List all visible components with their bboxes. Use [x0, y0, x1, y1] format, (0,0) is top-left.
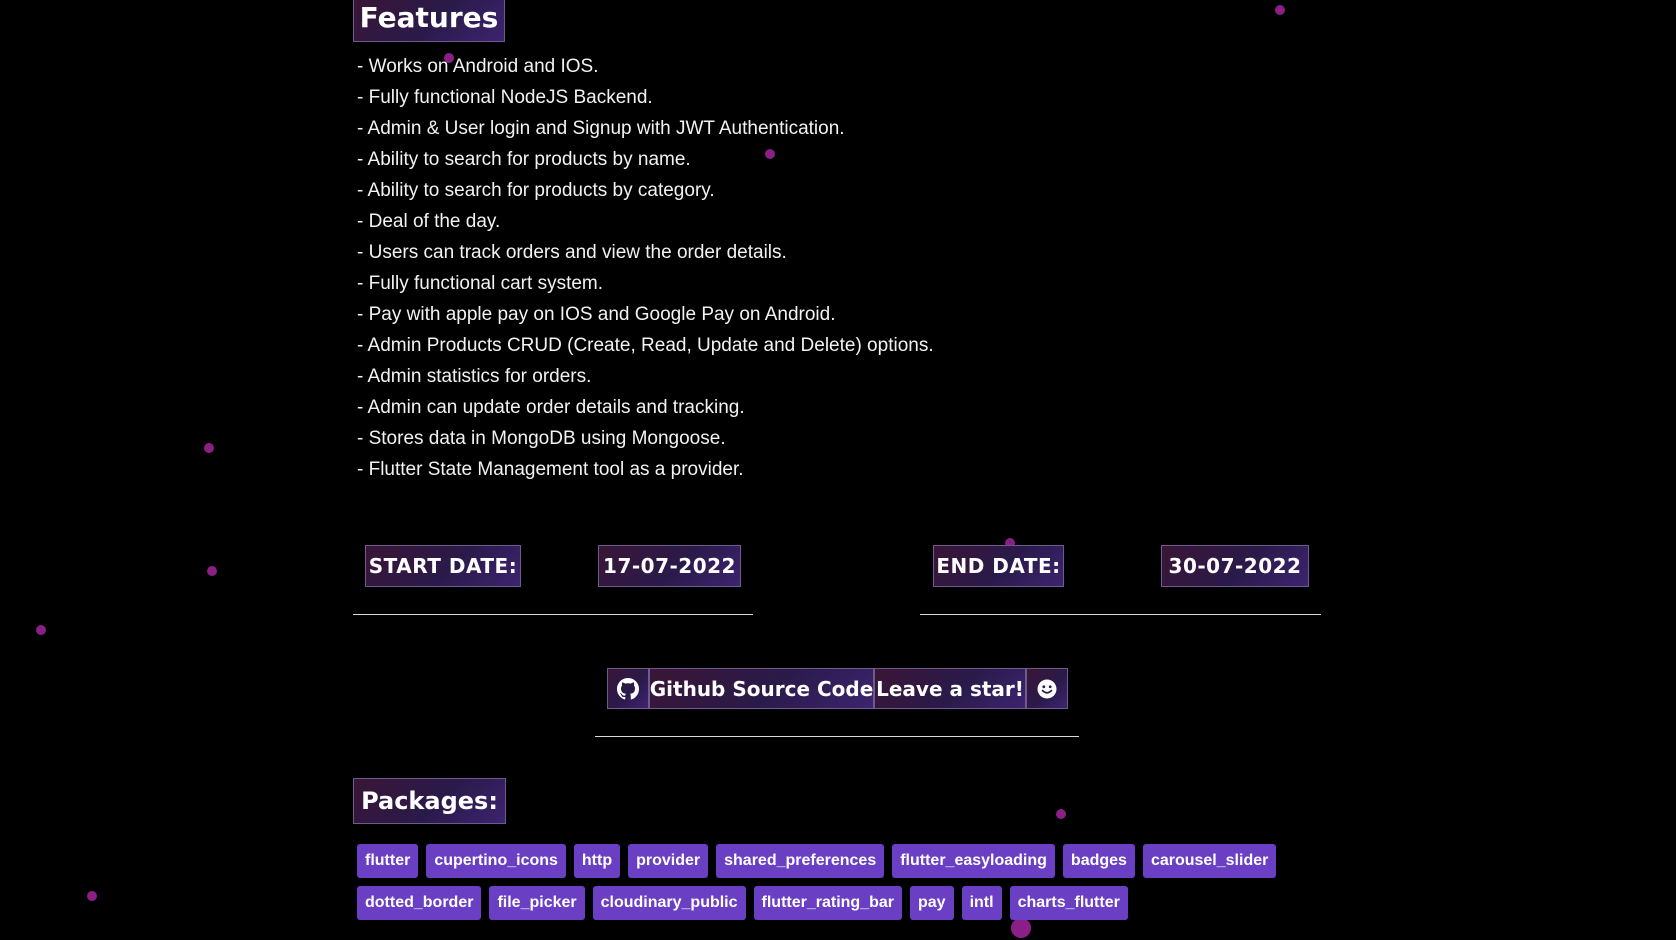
packages-row-2: dotted_border file_picker cloudinary_pub… [357, 886, 1128, 920]
package-badge: flutter_easyloading [892, 844, 1055, 878]
project-page: Features - Works on Android and IOS. - F… [0, 0, 1676, 940]
particle-dot [1056, 809, 1066, 819]
github-icon-button[interactable] [607, 668, 649, 709]
package-badge: file_picker [489, 886, 585, 920]
end-date-value: 30-07-2022 [1161, 545, 1309, 587]
packages-row-1: flutter cupertino_icons http provider sh… [357, 844, 1277, 878]
package-badge: badges [1062, 844, 1135, 878]
start-date-label: START DATE: [365, 545, 521, 587]
feature-item: - Stores data in MongoDB using Mongoose. [357, 428, 726, 449]
end-date-label: END DATE: [933, 545, 1064, 587]
particle-dot [1011, 918, 1031, 938]
smile-icon [1037, 679, 1057, 698]
github-divider [595, 736, 1079, 737]
package-badge: charts_flutter [1009, 886, 1128, 920]
feature-item: - Deal of the day. [357, 211, 501, 232]
github-source-button[interactable]: Github Source Code [649, 668, 874, 709]
feature-item: - Ability to search for products by name… [357, 149, 691, 170]
feature-item: - Works on Android and IOS. [357, 56, 599, 77]
feature-item: - Fully functional cart system. [357, 273, 604, 294]
particle-dot [87, 891, 97, 901]
package-badge: shared_preferences [716, 844, 885, 878]
package-badge: flutter [357, 844, 419, 878]
feature-item: - Flutter State Management tool as a pro… [357, 459, 744, 480]
particle-dot [1275, 5, 1285, 15]
package-badge: flutter_rating_bar [753, 886, 902, 920]
particle-dot [204, 443, 214, 453]
start-date-value: 17-07-2022 [598, 545, 741, 587]
feature-item: - Admin Products CRUD (Create, Read, Upd… [357, 335, 934, 356]
package-badge: dotted_border [357, 886, 482, 920]
start-date-divider [353, 614, 753, 615]
packages-heading: Packages: [353, 778, 506, 824]
package-badge: http [573, 844, 621, 878]
package-badge: pay [910, 886, 954, 920]
feature-item: - Admin can update order details and tra… [357, 397, 745, 418]
package-badge: cupertino_icons [426, 844, 566, 878]
features-heading: Features [353, 0, 505, 42]
smile-icon-button[interactable] [1026, 668, 1068, 709]
package-badge: provider [628, 844, 709, 878]
package-badge: intl [961, 886, 1002, 920]
particle-dot [36, 625, 46, 635]
feature-item: - Ability to search for products by cate… [357, 180, 715, 201]
feature-item: - Users can track orders and view the or… [357, 242, 787, 263]
package-badge: cloudinary_public [592, 886, 746, 920]
github-link-bar: Github Source Code Leave a star! [607, 668, 1068, 709]
feature-item: - Fully functional NodeJS Backend. [357, 87, 653, 108]
feature-item: - Pay with apple pay on IOS and Google P… [357, 304, 836, 325]
particle-dot [207, 566, 217, 576]
github-icon [617, 677, 639, 699]
feature-list: - Works on Android and IOS. - Fully func… [357, 51, 934, 485]
end-date-divider [920, 614, 1321, 615]
feature-item: - Admin & User login and Signup with JWT… [357, 118, 845, 139]
package-badge: carousel_slider [1142, 844, 1277, 878]
leave-star-button[interactable]: Leave a star! [874, 668, 1026, 709]
feature-item: - Admin statistics for orders. [357, 366, 592, 387]
